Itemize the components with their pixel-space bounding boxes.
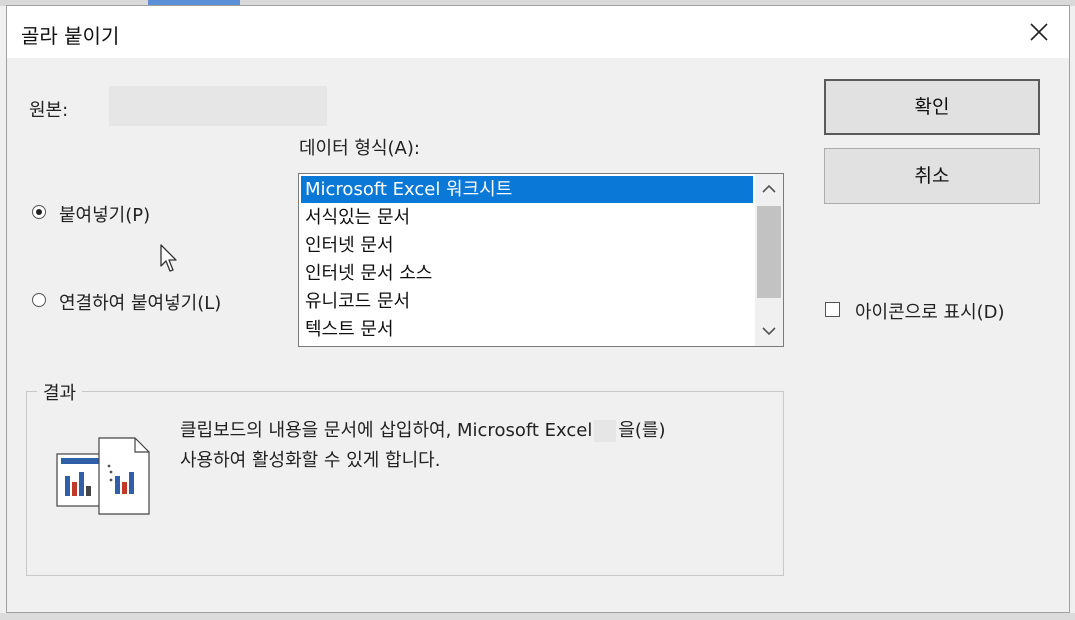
- format-list-item[interactable]: 인터넷 문서: [301, 232, 753, 259]
- cancel-button[interactable]: 취소: [824, 148, 1040, 204]
- mouse-cursor-icon: [160, 244, 177, 272]
- format-list-item[interactable]: 서식있는 문서: [301, 204, 753, 231]
- result-line-1-suffix: 을(를): [618, 420, 666, 441]
- result-legend: 결과: [37, 379, 83, 405]
- result-line-1: 클립보드의 내용을 문서에 삽입하여, Microsoft Excel 을(를): [180, 416, 780, 446]
- close-icon: [1030, 23, 1048, 41]
- scroll-up-button[interactable]: [755, 176, 783, 202]
- chevron-up-icon: [762, 184, 776, 193]
- display-as-icon-checkbox[interactable]: [825, 302, 840, 317]
- result-line-2: 사용하여 활성화할 수 있게 합니다.: [180, 450, 441, 471]
- redacted-app-name: [594, 420, 617, 442]
- format-list-item[interactable]: 텍스트 문서: [301, 316, 753, 343]
- paste-link-radio[interactable]: [32, 293, 46, 307]
- paste-result-icon: [56, 437, 150, 515]
- display-as-icon-label[interactable]: 아이콘으로 표시(D): [855, 298, 1005, 324]
- format-list-item[interactable]: 인터넷 문서 소스: [301, 260, 753, 287]
- paste-radio[interactable]: [32, 205, 46, 219]
- paste-link-radio-label[interactable]: 연결하여 붙여넣기(L): [59, 289, 221, 315]
- scroll-down-button[interactable]: [755, 318, 783, 344]
- data-format-label: 데이터 형식(A):: [299, 138, 420, 159]
- paste-radio-label[interactable]: 붙여넣기(P): [59, 201, 150, 227]
- window-bottom-strip: [0, 613, 1075, 620]
- format-list-item[interactable]: Microsoft Excel 워크시트: [301, 176, 753, 203]
- chevron-down-icon: [762, 327, 776, 336]
- ok-button[interactable]: 확인: [824, 79, 1040, 135]
- source-label: 원본:: [29, 100, 69, 121]
- scroll-thumb[interactable]: [757, 206, 781, 298]
- source-value: [109, 86, 327, 126]
- listbox-scrollbar[interactable]: [755, 174, 783, 346]
- format-list-item[interactable]: 유니코드 문서: [301, 288, 753, 315]
- title-bar: 골라 붙이기: [7, 6, 1069, 58]
- paste-special-dialog: 골라 붙이기 원본: 데이터 형식(A): 붙여넣기(P) 연결하여 붙여넣기(…: [6, 5, 1070, 613]
- data-format-listbox[interactable]: Microsoft Excel 워크시트 서식있는 문서 인터넷 문서 인터넷 …: [298, 173, 784, 347]
- close-button[interactable]: [1019, 14, 1059, 50]
- dialog-title: 골라 붙이기: [21, 24, 120, 48]
- result-line-1-text: 클립보드의 내용을 문서에 삽입하여, Microsoft Excel: [180, 420, 593, 441]
- result-description: 클립보드의 내용을 문서에 삽입하여, Microsoft Excel 을(를) …: [180, 416, 780, 476]
